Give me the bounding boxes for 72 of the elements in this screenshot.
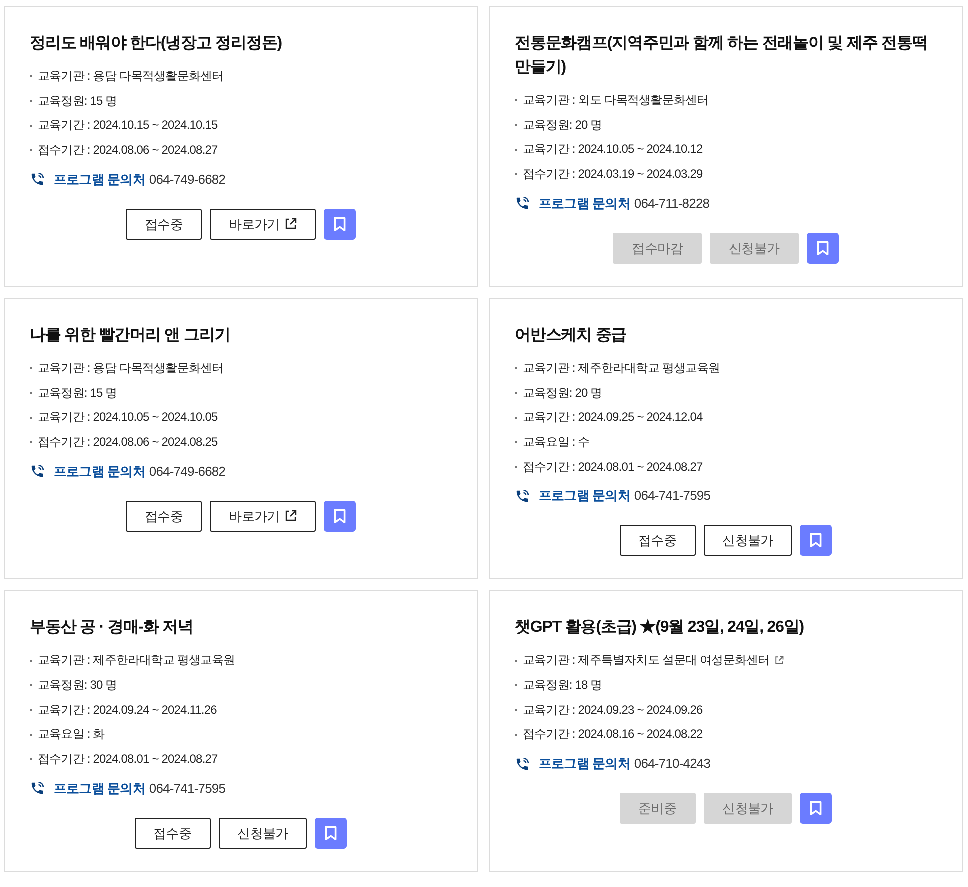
contact-label: 프로그램 문의처 <box>539 194 630 213</box>
phone-number: 064-741-7595 <box>634 487 711 506</box>
apply-button[interactable]: 신청불가 <box>704 525 792 556</box>
bookmark-icon <box>334 216 346 232</box>
external-link-icon <box>284 510 297 522</box>
phone-number: 064-749-6682 <box>149 462 226 481</box>
contact-label: 프로그램 문의처 <box>539 487 630 506</box>
info-text: 교육기관 : 제주특별자치도 설문대 여성문화센터 <box>523 652 770 670</box>
phone-icon <box>515 756 530 772</box>
contact-label: 프로그램 문의처 <box>54 170 146 189</box>
phone-icon <box>515 488 530 504</box>
external-link-icon <box>284 218 297 230</box>
phone-number: 064-711-8228 <box>634 194 710 213</box>
bookmark-icon <box>816 240 829 256</box>
info-text: 교육요일 : 수 <box>523 434 590 451</box>
bookmark-icon <box>325 826 338 841</box>
bookmark-button[interactable] <box>800 793 832 824</box>
status-button[interactable]: 접수중 <box>126 208 202 240</box>
info-text: 교육기간 : 2024.09.24 ~ 2024.11.26 <box>38 702 217 719</box>
shortcut-button[interactable]: 바로가기 <box>210 208 316 240</box>
info-text: 교육기관 : 제주한라대학교 평생교육원 <box>523 360 720 377</box>
contact-label: 프로그램 문의처 <box>539 755 630 774</box>
info-text: 접수기간 : 2024.08.06 ~ 2024.08.27 <box>38 142 218 160</box>
info-text: 접수기간 : 2024.08.16 ~ 2024.08.22 <box>523 726 703 744</box>
info-text: 교육정원: 18 명 <box>523 677 602 694</box>
info-text: 교육기관 : 용담 다목적생활문화센터 <box>38 68 224 85</box>
phone-number: 064-741-7595 <box>149 780 226 798</box>
info-text: 접수기간 : 2024.08.06 ~ 2024.08.25 <box>38 434 218 451</box>
info-text: 접수기간 : 2024.08.01 ~ 2024.08.27 <box>523 458 703 476</box>
phone-number: 064-749-6682 <box>149 170 226 189</box>
info-text: 교육기간 : 2024.10.05 ~ 2024.10.05 <box>38 409 218 426</box>
info-text: 교육기관 : 제주한라대학교 평생교육원 <box>38 652 236 670</box>
info-text: 접수기간 : 2024.03.19 ~ 2024.03.29 <box>523 166 703 184</box>
info-text: 교육정원: 30 명 <box>38 677 118 694</box>
info-text: 교육기관 : 용담 다목적생활문화센터 <box>38 360 224 377</box>
status-button[interactable]: 접수중 <box>134 818 211 849</box>
info-text: 교육정원: 20 명 <box>523 116 602 134</box>
info-text: 교육정원: 20 명 <box>523 384 602 402</box>
bookmark-icon <box>810 801 822 816</box>
bookmark-button[interactable] <box>324 208 356 240</box>
bookmark-button[interactable] <box>315 818 348 849</box>
program-title: 부동산 공 · 경매-화 저녁 <box>30 618 194 638</box>
program-title: 챗GPT 활용(초급) ★(9월 23일, 24일, 26일) <box>515 618 806 638</box>
phone-icon <box>30 781 45 796</box>
bookmark-button[interactable] <box>806 232 839 264</box>
status-button[interactable]: 접수중 <box>620 525 696 556</box>
program-title: 전통문화캠프(지역주민과 함께 하는 전래놀이 및 제주 전통떡 만들기) <box>515 34 929 78</box>
program-title: 어반스케치 중급 <box>515 326 628 346</box>
bookmark-icon <box>810 533 822 548</box>
info-text: 접수기간 : 2024.08.01 ~ 2024.08.27 <box>38 751 218 768</box>
status-button[interactable]: 접수중 <box>126 500 202 532</box>
phone-icon <box>30 172 45 188</box>
info-text: 교육요일 : 화 <box>38 726 105 744</box>
phone-number: 064-710-4243 <box>634 755 711 774</box>
apply-button[interactable]: 신청불가 <box>218 818 308 849</box>
info-text: 교육기관 : 외도 다목적생활문화센터 <box>523 92 709 109</box>
info-text: 교육정원: 15 명 <box>38 384 118 402</box>
contact-label: 프로그램 문의처 <box>54 462 146 481</box>
contact-label: 프로그램 문의처 <box>54 780 146 798</box>
info-text: 교육기간 : 2024.09.25 ~ 2024.12.04 <box>523 409 703 426</box>
bookmark-button[interactable] <box>800 525 832 556</box>
info-text: 교육기간 : 2024.10.05 ~ 2024.10.12 <box>523 141 703 158</box>
info-text: 교육정원: 15 명 <box>38 92 118 110</box>
info-text: 교육기간 : 2024.09.23 ~ 2024.09.26 <box>523 702 703 719</box>
program-title: 나를 위한 빨간머리 앤 그리기 <box>30 326 232 346</box>
shortcut-button[interactable]: 바로가기 <box>210 500 316 532</box>
phone-icon <box>515 196 530 212</box>
bookmark-button[interactable] <box>324 500 356 532</box>
phone-icon <box>30 464 45 480</box>
program-title: 정리도 배워야 한다(냉장고 정리정돈) <box>30 34 283 54</box>
info-text: 교육기간 : 2024.10.15 ~ 2024.10.15 <box>38 117 218 134</box>
bookmark-icon <box>334 508 346 524</box>
